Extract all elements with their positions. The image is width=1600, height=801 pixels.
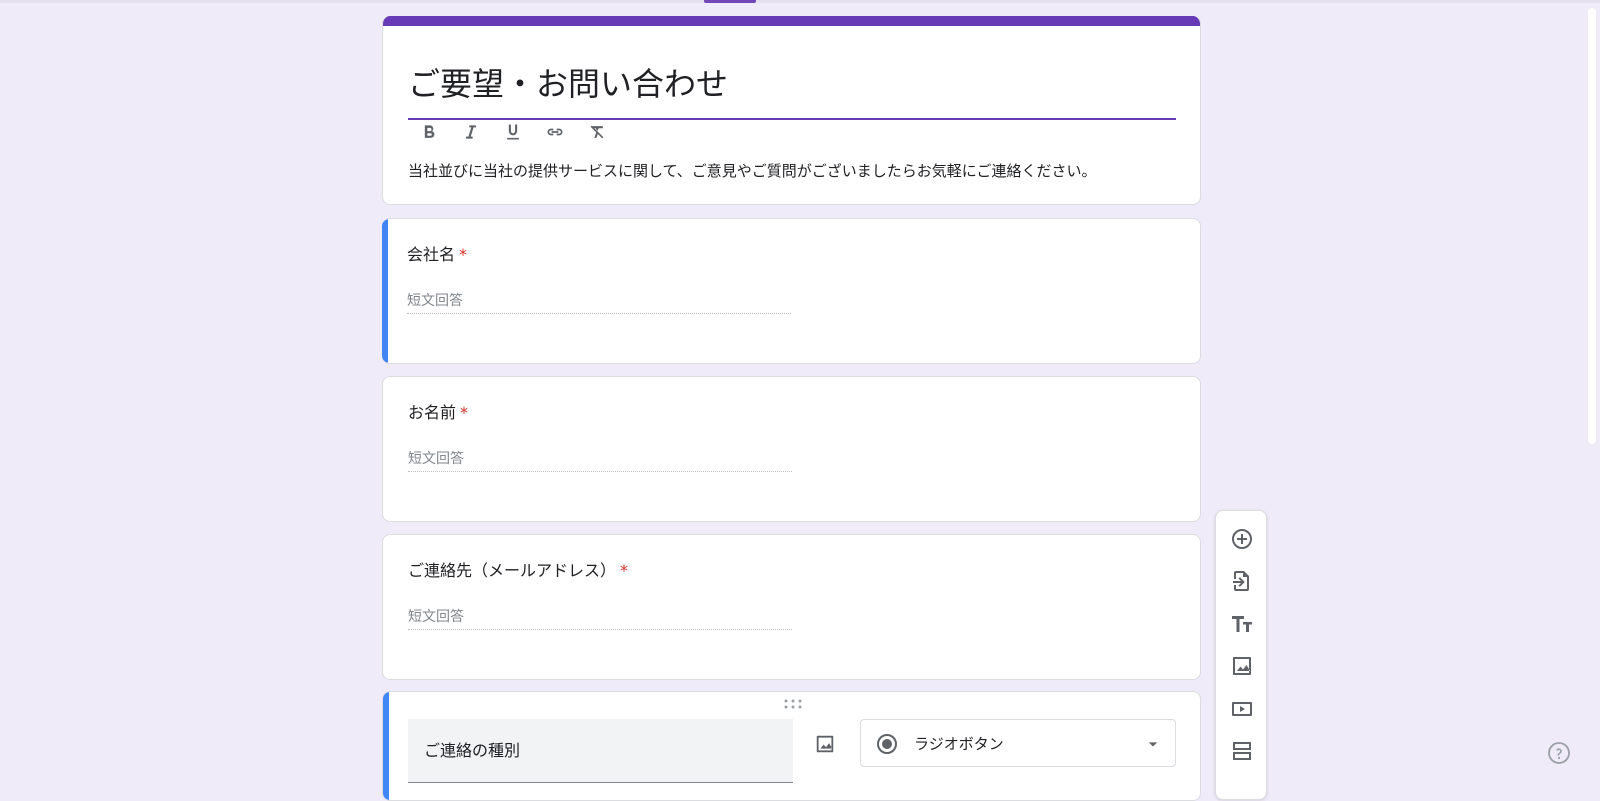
add-question-icon — [1232, 529, 1252, 549]
add-section-button[interactable] — [1224, 733, 1260, 769]
add-video-icon — [1232, 702, 1252, 716]
question-title: お名前 * — [408, 401, 468, 425]
link-button[interactable] — [539, 116, 571, 148]
add-title-button[interactable] — [1224, 606, 1260, 642]
question-card-name[interactable]: お名前 * — [382, 376, 1201, 522]
question-title-text: 会社名 — [407, 245, 456, 264]
question-title-field[interactable]: ご連絡の種別 — [408, 719, 793, 783]
question-title-text[interactable]: ご連絡の種別 — [424, 739, 520, 763]
form-title[interactable]: ご要望・お問い合わせ — [408, 64, 728, 104]
dropdown-arrow-icon — [1148, 742, 1158, 747]
header-accent-bar — [383, 16, 1200, 26]
active-tab-indicator — [704, 0, 756, 3]
underline-icon — [507, 124, 519, 140]
help-button[interactable] — [1546, 740, 1572, 766]
link-icon — [547, 128, 563, 136]
top-divider — [0, 0, 1600, 3]
clear-format-button[interactable] — [581, 116, 613, 148]
add-image-icon — [1233, 657, 1251, 675]
clear-format-icon — [590, 125, 604, 139]
active-indicator-bar — [383, 692, 389, 800]
side-toolbar — [1215, 510, 1267, 800]
question-title: ご連絡先（メールアドレス） * — [408, 559, 628, 583]
add-image-button[interactable] — [1224, 648, 1260, 684]
required-asterisk: * — [459, 245, 468, 264]
image-icon — [816, 735, 834, 753]
drag-handle-icon[interactable] — [783, 699, 803, 709]
short-answer-input[interactable] — [408, 605, 792, 630]
question-card-email[interactable]: ご連絡先（メールアドレス） * — [382, 534, 1201, 680]
question-title-text: ご連絡先（メールアドレス） — [408, 561, 617, 580]
question-card-company[interactable]: 会社名 * — [382, 218, 1201, 364]
add-section-icon — [1233, 742, 1251, 760]
form-title-field[interactable]: ご要望・お問い合わせ — [408, 46, 1176, 120]
scrollbar-thumb[interactable] — [1588, 8, 1596, 444]
question-card-contact-type[interactable]: ご連絡の種別 ラジオボタン — [382, 691, 1201, 801]
required-asterisk: * — [460, 403, 469, 422]
add-question-button[interactable] — [1224, 521, 1260, 557]
form-header-card: ご要望・お問い合わせ 当社並びに当社の提供サービスに関して、ご意見やご質問がござ… — [382, 16, 1201, 205]
format-toolbar — [413, 112, 613, 152]
add-image-button[interactable] — [807, 726, 843, 762]
add-title-icon — [1232, 616, 1252, 632]
active-indicator-bar — [382, 219, 388, 363]
question-type-label: ラジオボタン — [914, 735, 1004, 753]
bold-icon — [424, 125, 435, 138]
italic-icon — [466, 125, 476, 139]
italic-button[interactable] — [455, 116, 487, 148]
add-video-button[interactable] — [1224, 691, 1260, 727]
required-asterisk: * — [620, 561, 629, 580]
short-answer-input[interactable] — [408, 447, 792, 472]
question-title-text: お名前 — [408, 403, 457, 422]
underline-button[interactable] — [497, 116, 529, 148]
form-description[interactable]: 当社並びに当社の提供サービスに関して、ご意見やご質問がございましたらお気軽にご連… — [408, 160, 1097, 182]
help-icon — [1548, 742, 1570, 764]
short-answer-input[interactable] — [407, 289, 791, 314]
radio-button-icon — [877, 734, 897, 754]
import-questions-icon — [1233, 571, 1249, 591]
bold-button[interactable] — [413, 116, 445, 148]
question-title: 会社名 * — [407, 243, 467, 267]
import-questions-button[interactable] — [1224, 563, 1260, 599]
question-type-select[interactable]: ラジオボタン — [860, 719, 1176, 767]
